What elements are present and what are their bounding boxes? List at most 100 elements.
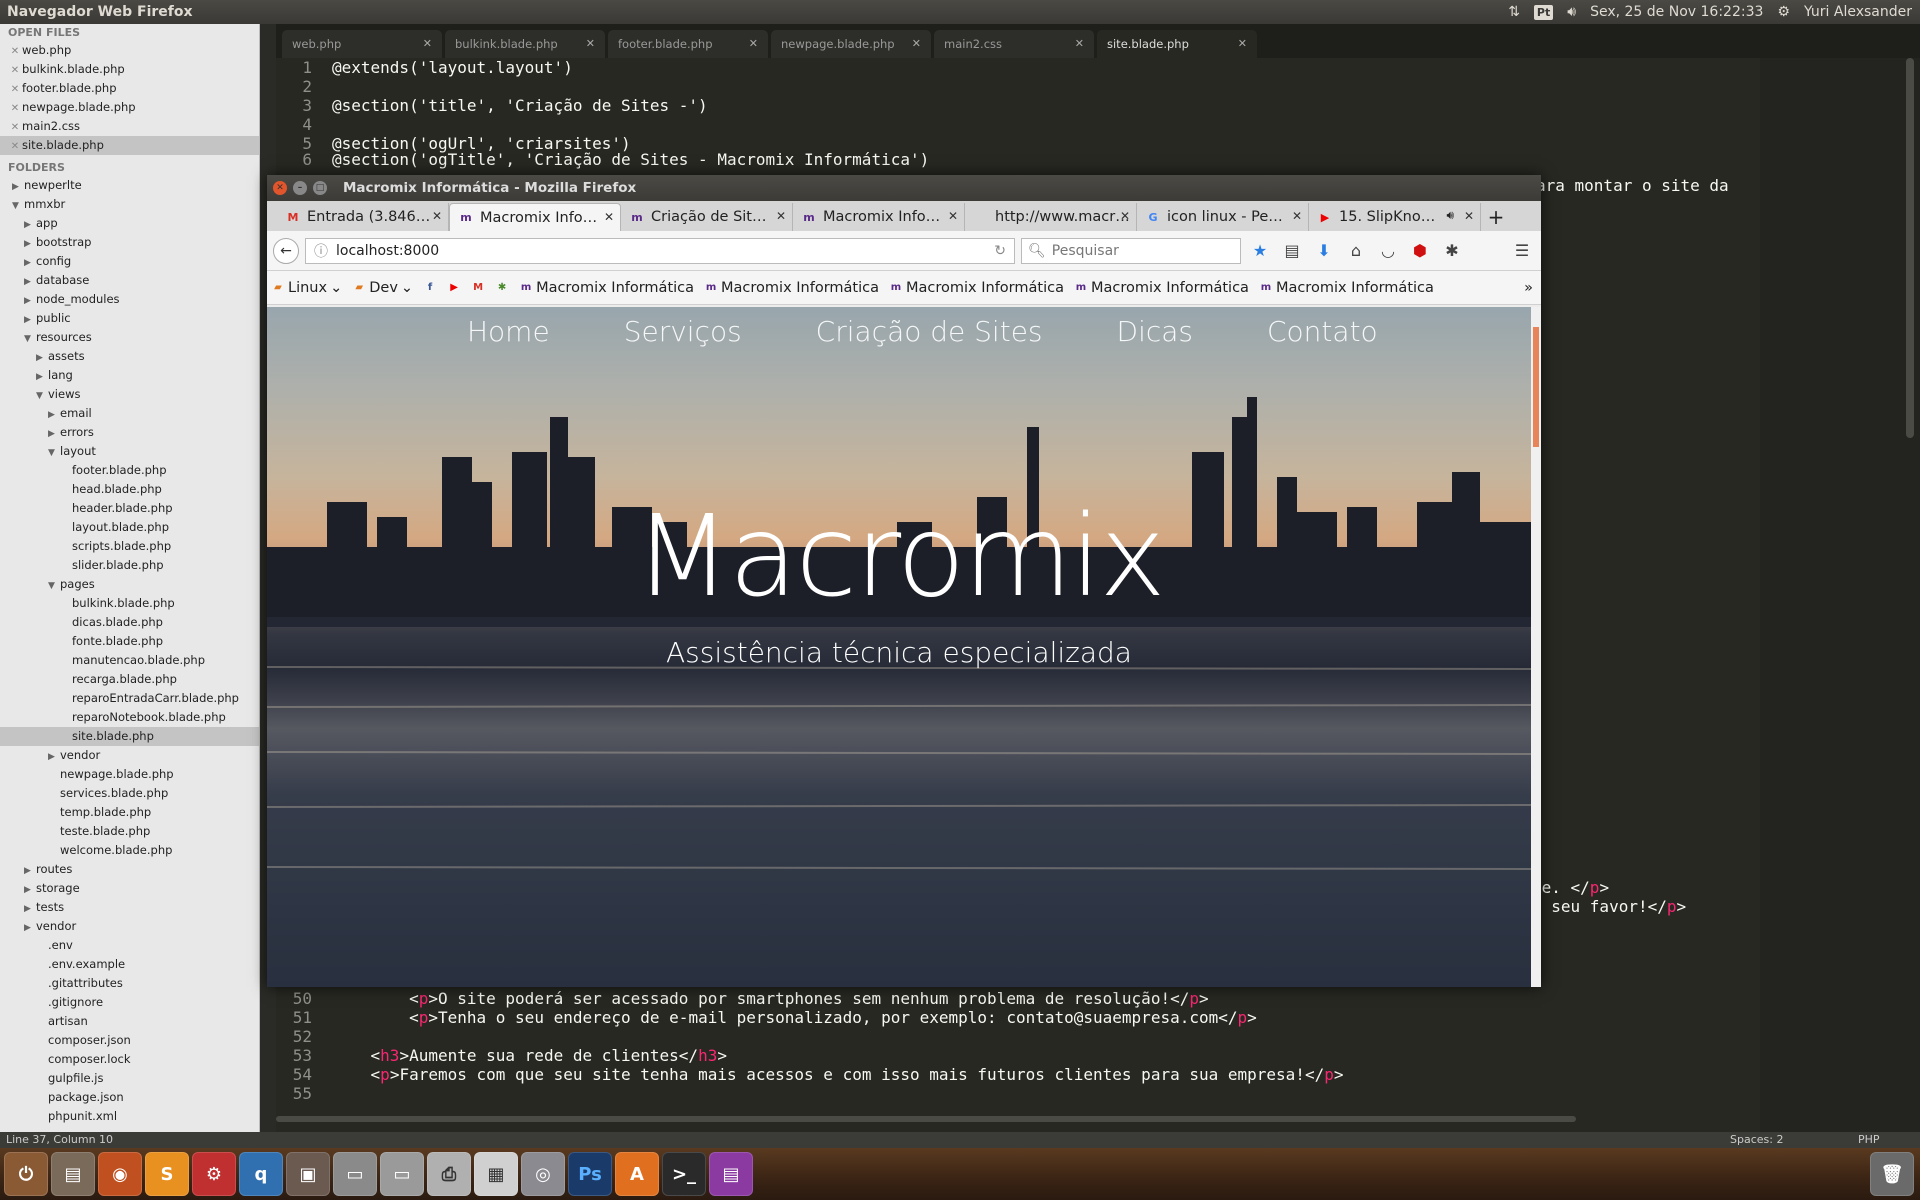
volume-icon[interactable]: 🔊︎: [1567, 4, 1576, 20]
page-scrollbar-thumb[interactable]: [1533, 327, 1539, 447]
site-nav-link[interactable]: Criação de Sites: [816, 315, 1043, 348]
file-item[interactable]: composer.lock: [0, 1050, 259, 1069]
site-nav-link[interactable]: Dicas: [1117, 315, 1193, 348]
file-item[interactable]: reparoEntradaCarr.blade.php: [0, 689, 259, 708]
editor-tab[interactable]: main2.css ✕: [934, 30, 1094, 58]
close-icon[interactable]: ✕: [1292, 209, 1302, 223]
folder-item[interactable]: ▶ vendor: [0, 917, 259, 936]
close-icon[interactable]: ✕: [1120, 209, 1130, 223]
downloads-icon[interactable]: ⬇: [1311, 238, 1337, 264]
bookmark-folder[interactable]: ▰ Dev ⌄: [352, 280, 413, 296]
software-center-icon[interactable]: A: [615, 1152, 659, 1196]
bookmark-link[interactable]: m Macromix Informática: [519, 280, 694, 296]
window-icon[interactable]: ▣: [286, 1152, 330, 1196]
firefox-icon[interactable]: ◉: [98, 1152, 142, 1196]
file-item[interactable]: artisan: [0, 1012, 259, 1031]
close-icon[interactable]: ✕: [423, 37, 432, 50]
folder-item[interactable]: ▶ lang: [0, 366, 259, 385]
bookmark-star-icon[interactable]: ★: [1247, 238, 1273, 264]
trash-icon[interactable]: 🗑︎: [1870, 1152, 1914, 1196]
clock[interactable]: Sex, 25 de Nov 16:22:33: [1590, 4, 1763, 20]
editor-tab[interactable]: bulkink.blade.php ✕: [445, 30, 605, 58]
browser-tab[interactable]: m Macromix Info… ✕: [793, 203, 965, 231]
page-scrollbar[interactable]: [1531, 307, 1541, 987]
folder-item[interactable]: ▶ config: [0, 252, 259, 271]
folder-item[interactable]: ▶ routes: [0, 860, 259, 879]
file-item[interactable]: phpunit.xml: [0, 1107, 259, 1126]
file-item[interactable]: site.blade.php: [0, 727, 259, 746]
close-icon[interactable]: ✕: [912, 37, 921, 50]
browser-tab[interactable]: Gicon linux - Pe… ✕: [1137, 203, 1309, 231]
bookmarks-library-icon[interactable]: ▤: [1279, 238, 1305, 264]
close-icon[interactable]: ✕: [749, 37, 758, 50]
file-item[interactable]: slider.blade.php: [0, 556, 259, 575]
folder-item[interactable]: ▶ email: [0, 404, 259, 423]
file-item[interactable]: teste.blade.php: [0, 822, 259, 841]
calculator-icon[interactable]: ▦: [474, 1152, 518, 1196]
menu-icon[interactable]: ☰: [1509, 238, 1535, 264]
close-icon[interactable]: ✕: [8, 137, 22, 156]
file-item[interactable]: scripts.blade.php: [0, 537, 259, 556]
horizontal-scrollbar[interactable]: [276, 1116, 1576, 1122]
file-item[interactable]: .gitignore: [0, 993, 259, 1012]
open-file-item[interactable]: ✕ bulkink.blade.php: [0, 60, 259, 79]
folder-item[interactable]: ▶ newperlte: [0, 176, 259, 195]
open-file-item[interactable]: ✕ site.blade.php: [0, 136, 259, 155]
close-icon[interactable]: ✕: [604, 210, 614, 224]
file-item[interactable]: composer.json: [0, 1031, 259, 1050]
adblock-icon[interactable]: ⬢: [1407, 238, 1433, 264]
folder-item[interactable]: ▶ storage: [0, 879, 259, 898]
files-icon[interactable]: ▤: [51, 1152, 95, 1196]
system-icon[interactable]: ⏻: [4, 1152, 48, 1196]
close-icon[interactable]: ✕: [586, 37, 595, 50]
url-text[interactable]: localhost:8000: [336, 243, 986, 259]
site-nav-link[interactable]: Contato: [1267, 315, 1378, 348]
window-titlebar[interactable]: ✕ – □ Macromix Informática - Mozilla Fir…: [267, 175, 1541, 201]
file-item[interactable]: header.blade.php: [0, 499, 259, 518]
new-tab-button[interactable]: +: [1481, 203, 1511, 231]
photoshop-icon[interactable]: Ps: [568, 1152, 612, 1196]
close-icon[interactable]: ✕: [1464, 209, 1474, 223]
file-item[interactable]: .env: [0, 936, 259, 955]
screenshot-icon[interactable]: ◎: [521, 1152, 565, 1196]
file-item[interactable]: temp.blade.php: [0, 803, 259, 822]
open-file-item[interactable]: ✕ main2.css: [0, 117, 259, 136]
file-item[interactable]: .env.example: [0, 955, 259, 974]
keyboard-layout[interactable]: Pt: [1533, 4, 1554, 20]
browser-tab[interactable]: http://www.macr… ✕: [965, 203, 1137, 231]
printer-icon[interactable]: ⎙: [427, 1152, 471, 1196]
more-bookmarks-icon[interactable]: »: [1524, 280, 1533, 296]
close-icon[interactable]: ✕: [1075, 37, 1084, 50]
file-item[interactable]: services.blade.php: [0, 784, 259, 803]
extension-icon[interactable]: ✱: [1439, 238, 1465, 264]
editor-tab[interactable]: footer.blade.php ✕: [608, 30, 768, 58]
info-icon[interactable]: ⓘ: [314, 241, 328, 261]
close-icon[interactable]: ✕: [8, 80, 22, 99]
terminal-icon[interactable]: >_: [662, 1152, 706, 1196]
folder-item[interactable]: ▼ layout: [0, 442, 259, 461]
folder-item[interactable]: ▼ mmxbr: [0, 195, 259, 214]
open-file-item[interactable]: ✕ footer.blade.php: [0, 79, 259, 98]
minimize-icon[interactable]: –: [293, 181, 307, 195]
folder-item[interactable]: ▶ vendor: [0, 746, 259, 765]
settings-icon[interactable]: ⚙: [192, 1152, 236, 1196]
close-icon[interactable]: ✕: [432, 209, 442, 223]
drive-icon[interactable]: ▭: [333, 1152, 377, 1196]
browser-tab[interactable]: ▶ 15. SlipKno… 🔊︎ ✕: [1309, 203, 1481, 231]
editor-tab[interactable]: web.php ✕: [282, 30, 442, 58]
folder-item[interactable]: ▶ assets: [0, 347, 259, 366]
home-icon[interactable]: ⌂: [1343, 238, 1369, 264]
folder-item[interactable]: ▶ database: [0, 271, 259, 290]
file-item[interactable]: dicas.blade.php: [0, 613, 259, 632]
close-icon[interactable]: ✕: [273, 181, 287, 195]
close-icon[interactable]: ✕: [1238, 37, 1247, 50]
close-icon[interactable]: ✕: [8, 61, 22, 80]
gmail-icon[interactable]: M: [471, 281, 485, 295]
folder-item[interactable]: ▶ node_modules: [0, 290, 259, 309]
site-nav-link[interactable]: Serviços: [624, 315, 742, 348]
drive-icon[interactable]: ▭: [380, 1152, 424, 1196]
file-item[interactable]: bulkink.blade.php: [0, 594, 259, 613]
file-item[interactable]: head.blade.php: [0, 480, 259, 499]
folder-item[interactable]: ▶ public: [0, 309, 259, 328]
close-icon[interactable]: ✕: [948, 209, 958, 223]
